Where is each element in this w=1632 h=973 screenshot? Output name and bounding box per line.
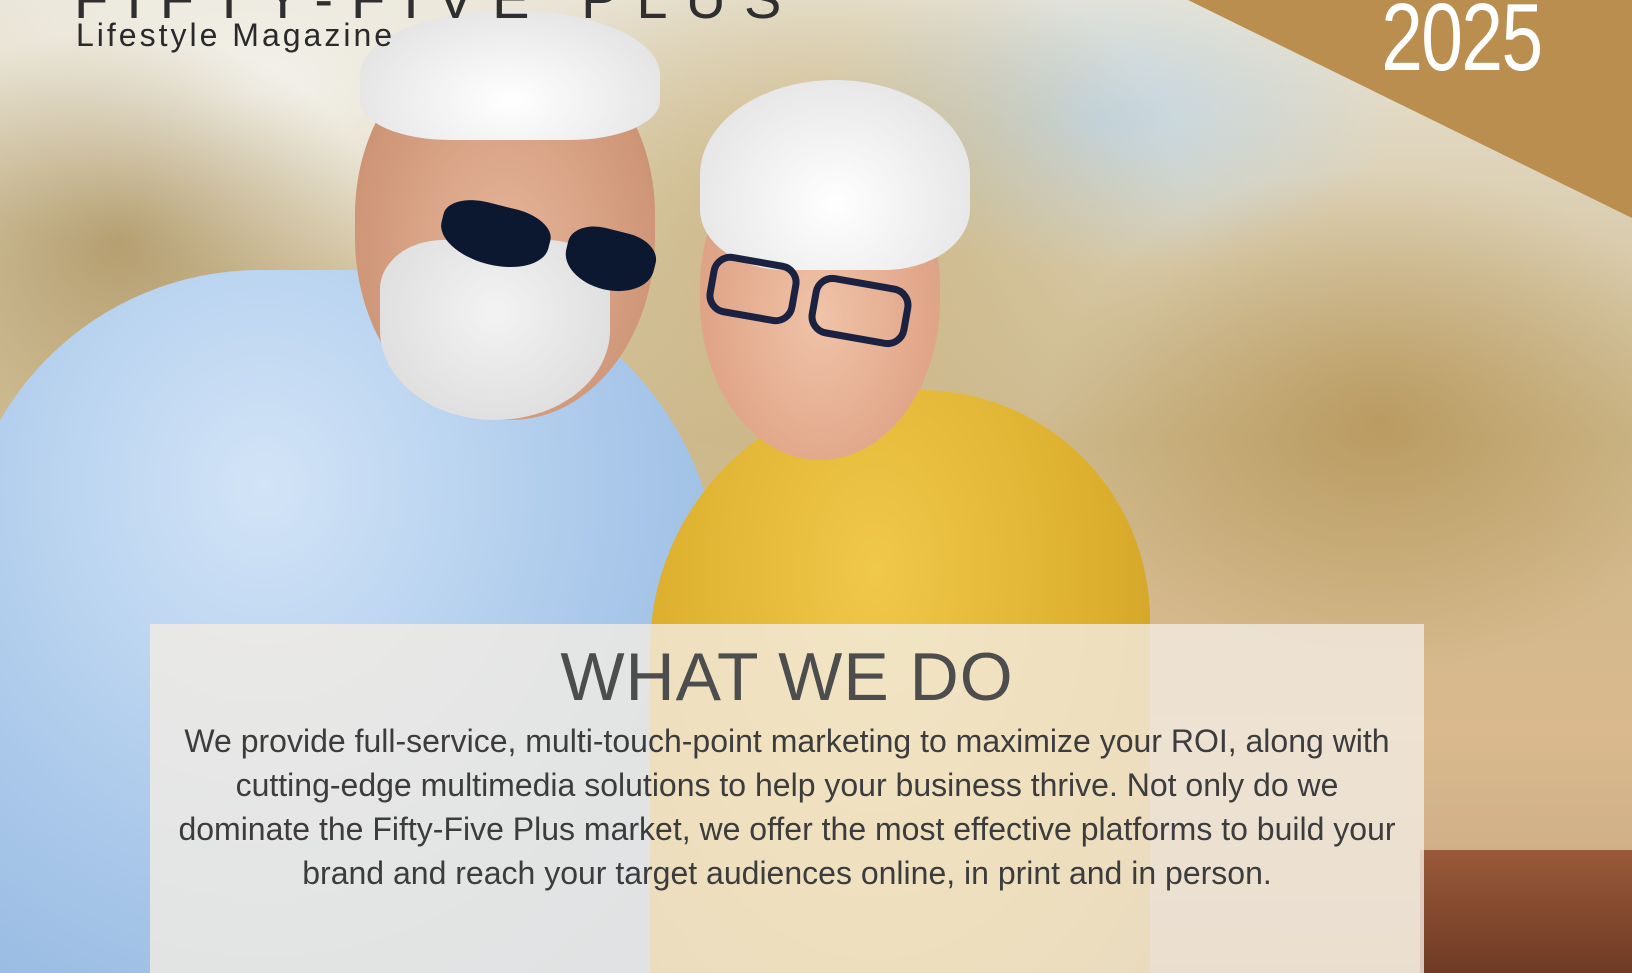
what-we-do-panel: WHAT WE DO We provide full-service, mult… (150, 624, 1424, 973)
park-bench (1420, 850, 1632, 973)
brand-subtitle: Lifestyle Magazine (76, 17, 396, 53)
edition-year: 2025 (1381, 0, 1544, 91)
woman-hair (700, 80, 970, 270)
panel-body-text: We provide full-service, multi-touch-poi… (178, 723, 1396, 892)
panel-heading: WHAT WE DO (560, 639, 1014, 715)
